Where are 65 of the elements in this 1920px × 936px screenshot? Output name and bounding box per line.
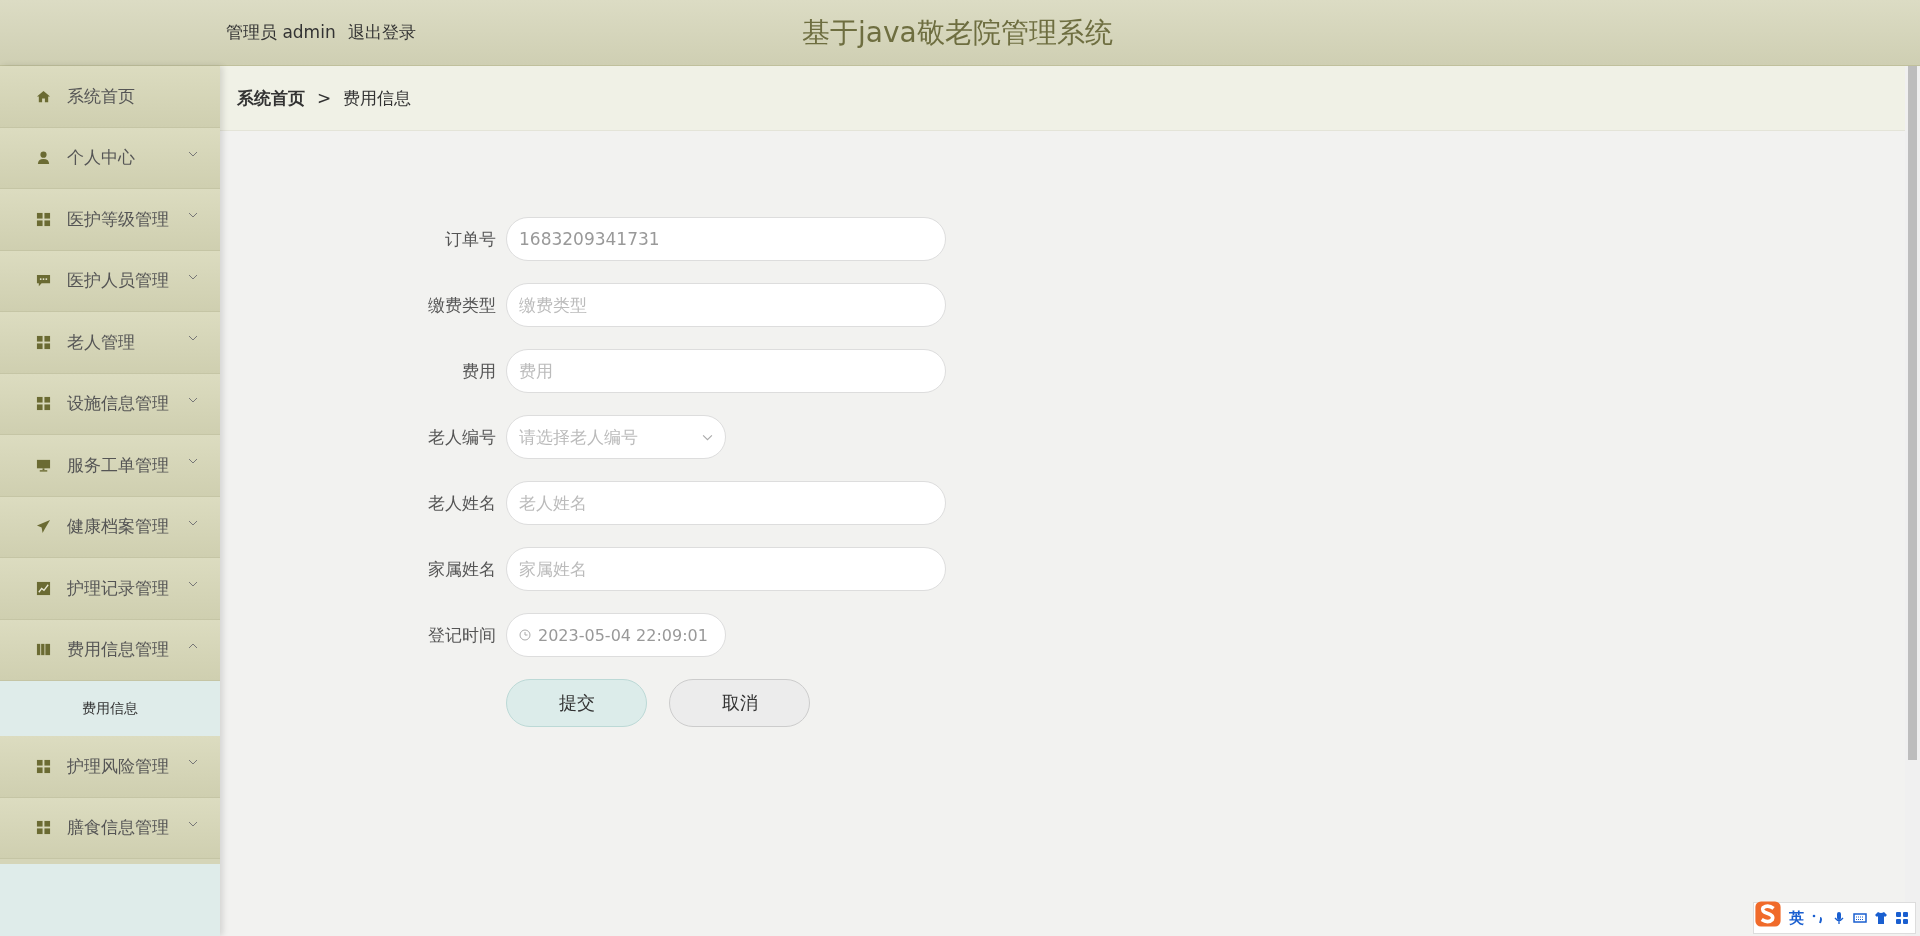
person-icon (36, 150, 51, 166)
language-indicator[interactable]: 英 (1789, 908, 1804, 928)
field-label: 家属姓名 (427, 557, 497, 581)
field-label: 老人编号 (427, 425, 497, 449)
input-field[interactable]: 费用 (506, 349, 946, 393)
breadcrumb-current: 费用信息 (343, 86, 412, 110)
chevron-icon (188, 820, 198, 827)
sidebar-item[interactable]: 膳食信息管理 (0, 797, 220, 859)
sidebar-item[interactable]: 健康档案管理 (0, 496, 220, 558)
breadcrumb-separator: > (317, 88, 332, 108)
sidebar-item[interactable]: 老人管理 (0, 312, 220, 374)
chevron-icon (188, 581, 198, 588)
input-field[interactable]: 缴费类型 (506, 283, 946, 327)
sidebar-item[interactable]: 个人中心 (0, 127, 220, 189)
chevron-icon (188, 519, 198, 526)
field-label: 订单号 (444, 227, 497, 251)
s-logo-icon[interactable] (1754, 900, 1782, 928)
scrollbar-thumb[interactable] (1908, 66, 1917, 760)
submenu-item[interactable]: 费用信息 (0, 681, 220, 736)
sidebar-item[interactable]: 护理风险管理 (0, 736, 220, 798)
shirt-icon[interactable] (1874, 911, 1888, 925)
chevron-icon (188, 273, 198, 280)
grid-icon (36, 758, 51, 774)
line-chart-icon (36, 580, 51, 596)
chevron-icon (188, 396, 198, 403)
chevron-icon (188, 335, 198, 342)
grid-icon (36, 820, 51, 836)
microphone-icon[interactable] (1832, 911, 1846, 925)
date-field[interactable]: 2023-05-04 22:09:01 (506, 613, 726, 657)
logout-link[interactable]: 退出登录 (347, 21, 416, 44)
sidebar-item[interactable]: 系统首页 (0, 66, 220, 128)
chevron-icon (188, 759, 198, 766)
field-label: 缴费类型 (427, 293, 497, 317)
monitor-icon (36, 457, 51, 473)
grid-icon (36, 211, 51, 227)
sidebar-item[interactable]: 护理记录管理 (0, 558, 220, 620)
field-label: 费用 (461, 359, 497, 383)
grid-icon (36, 334, 51, 350)
chevron-icon (188, 642, 198, 649)
sidebar-item[interactable]: 服务工单管理 (0, 435, 220, 497)
input-field[interactable]: 老人姓名 (506, 481, 946, 525)
breadcrumb-link[interactable]: 系统首页 (237, 86, 305, 110)
books-icon (36, 642, 51, 658)
chevron-icon (702, 433, 713, 441)
sidebar-item[interactable]: 设施信息管理 (0, 373, 220, 435)
sidebar-item[interactable]: 医护人员管理 (0, 250, 220, 312)
app-title: 基于java敬老院管理系统 (802, 14, 1113, 51)
keyboard-icon[interactable] (1853, 911, 1867, 925)
clock-icon (519, 629, 531, 641)
field-label: 登记时间 (427, 623, 497, 647)
home-icon (36, 88, 51, 104)
cancel-button[interactable]: 取消 (669, 679, 810, 727)
chevron-icon (188, 458, 198, 465)
user-label: 管理员 admin (226, 21, 336, 44)
field-label: 老人姓名 (427, 491, 497, 515)
chevron-icon (188, 212, 198, 219)
grid-icon (36, 396, 51, 412)
chevron-icon (188, 150, 198, 157)
input-field[interactable]: 家属姓名 (506, 547, 946, 591)
sidebar-item[interactable]: 费用信息管理 (0, 619, 220, 681)
submit-button[interactable]: 提交 (506, 679, 647, 727)
sidebar-item[interactable]: 医护等级管理 (0, 189, 220, 251)
paper-plane-icon (36, 519, 51, 535)
input-field[interactable]: 1683209341731 (506, 217, 946, 261)
grid-icon[interactable] (1895, 911, 1909, 925)
